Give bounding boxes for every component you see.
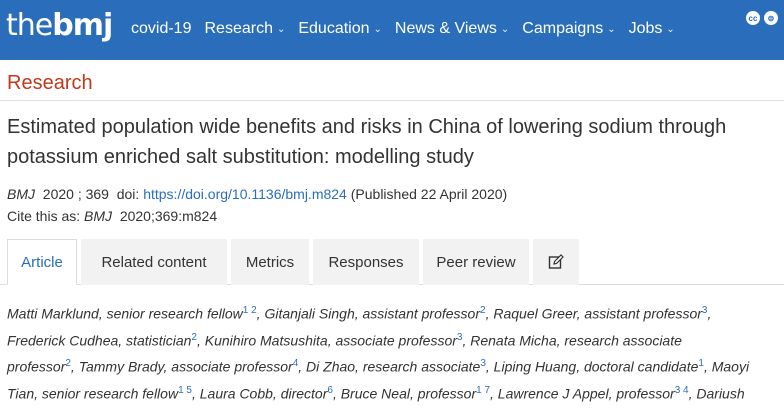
nav-label: Research <box>204 20 273 37</box>
tab-label: Responses <box>328 253 404 271</box>
top-navbar: thebmj covid-19 Research ⌄ Education ⌄ News &… <box>0 0 784 60</box>
nav-item-education[interactable]: Education ⌄ <box>298 20 382 38</box>
nav-label: Jobs <box>628 20 663 37</box>
author-line: Matti Marklund, senior research fellow1 … <box>7 299 784 326</box>
nav-label: covid-19 <box>131 20 192 37</box>
year-volume: 2020 ; 369 <box>42 186 109 202</box>
tab-metrics[interactable]: Metrics <box>231 239 309 285</box>
nav-item-campaigns[interactable]: Campaigns ⌄ <box>522 20 615 38</box>
author-text: , <box>707 305 712 322</box>
chevron-down-icon: ⌄ <box>607 23 616 35</box>
tab-label: Metrics <box>245 253 295 271</box>
author-line: Frederick Cudhea, statistician2, Kunihir… <box>7 326 784 353</box>
cite-label: Cite this as: <box>7 208 81 224</box>
nav-label: Campaigns <box>522 20 604 37</box>
author-text: , Renata Micha, research associate <box>462 332 682 349</box>
nav-item-jobs[interactable]: Jobs ⌄ <box>629 20 675 38</box>
affiliation-link[interactable]: 1 2 <box>243 305 257 316</box>
main-nav: covid-19 Research ⌄ Education ⌄ News & Views ⌄… <box>131 20 688 38</box>
author-text: , Tammy Brady, associate professor <box>70 358 293 375</box>
citation-meta: BMJ 2020 ; 369 doi: https://doi.org/10.1… <box>7 183 507 227</box>
article-title: Estimated population wide benefits and r… <box>7 116 727 168</box>
license-icons: cc ⊜ <box>746 11 778 25</box>
tab-peer-review[interactable]: Peer review <box>423 239 529 285</box>
published-date: (Published 22 April 2020) <box>350 186 508 202</box>
nav-label: News & Views <box>394 20 497 37</box>
author-text: , Laura Cobb, director <box>191 385 328 402</box>
affiliation-link[interactable]: 1 5 <box>178 385 192 396</box>
chevron-down-icon: ⌄ <box>500 23 510 35</box>
nav-item-covid-19[interactable]: covid-19 <box>131 20 191 38</box>
tab-article[interactable]: Article <box>7 239 77 285</box>
tab-label: Related content <box>101 253 207 271</box>
divider <box>0 100 784 101</box>
author-line: professor2, Tammy Brady, associate profe… <box>7 352 784 379</box>
author-text: Matti Marklund, senior research fellow <box>7 305 243 322</box>
cite-reference: 2020;369:m824 <box>119 208 218 224</box>
license-icon[interactable]: ⊜ <box>764 11 778 25</box>
tab-related-content[interactable]: Related content <box>81 239 227 285</box>
author-text: professor <box>7 358 66 375</box>
author-text: , Lawrence J Appel, professor <box>490 385 675 402</box>
logo-bmj: bmj <box>52 8 113 43</box>
logo-the: the <box>6 8 53 43</box>
author-text: , Liping Huang, doctoral candidate <box>485 358 699 375</box>
author-line: Tian, senior research fellow1 5, Laura C… <box>7 379 784 406</box>
author-text: , Kunihiro Matsushita, associate profess… <box>196 332 457 349</box>
article-tabs: Article Related content Metrics Responses Pe… <box>7 239 583 285</box>
tab-responses[interactable]: Responses <box>313 239 419 285</box>
nav-item-research[interactable]: Research ⌄ <box>204 20 285 38</box>
doi-label: doi: <box>116 186 140 202</box>
author-text: Tian, senior research fellow <box>7 385 179 402</box>
chevron-down-icon: ⌄ <box>666 23 675 35</box>
chevron-down-icon: ⌄ <box>276 23 286 35</box>
nav-item-news-views[interactable]: News & Views ⌄ <box>395 20 509 38</box>
tab-edit[interactable] <box>533 239 579 285</box>
cite-journal: BMJ <box>84 208 113 224</box>
author-text: , Raquel Greer, assistant professor <box>485 305 702 322</box>
author-text: Frederick Cudhea, statistician <box>7 332 192 349</box>
chevron-down-icon: ⌄ <box>373 23 382 35</box>
journal-name: BMJ <box>7 186 35 202</box>
section-label[interactable]: Research <box>7 72 93 95</box>
tab-label: Article <box>21 253 63 271</box>
author-text: , Bruce Neal, professor <box>332 385 477 402</box>
author-text: , Dariush <box>688 385 745 402</box>
author-text: , Di Zhao, research associate <box>298 358 481 375</box>
author-list: Matti Marklund, senior research fellow1 … <box>7 299 784 413</box>
affiliation-link[interactable]: 3 4 <box>675 385 689 396</box>
edit-icon <box>548 254 564 269</box>
author-text: , Gitanjali Singh, assistant professor <box>256 305 481 322</box>
affiliation-link[interactable]: 1 7 <box>476 385 490 396</box>
nav-label: Education <box>298 20 370 37</box>
author-line: Mozaffarian, dean2, Jason H Y Wu, associ… <box>7 406 784 413</box>
doi-link[interactable]: https://doi.org/10.1136/bmj.m824 <box>143 186 347 202</box>
tab-label: Peer review <box>436 253 516 271</box>
author-text: , Maoyi <box>703 358 750 375</box>
cc-icon[interactable]: cc <box>746 11 760 25</box>
bmj-logo[interactable]: thebmj <box>6 8 113 43</box>
